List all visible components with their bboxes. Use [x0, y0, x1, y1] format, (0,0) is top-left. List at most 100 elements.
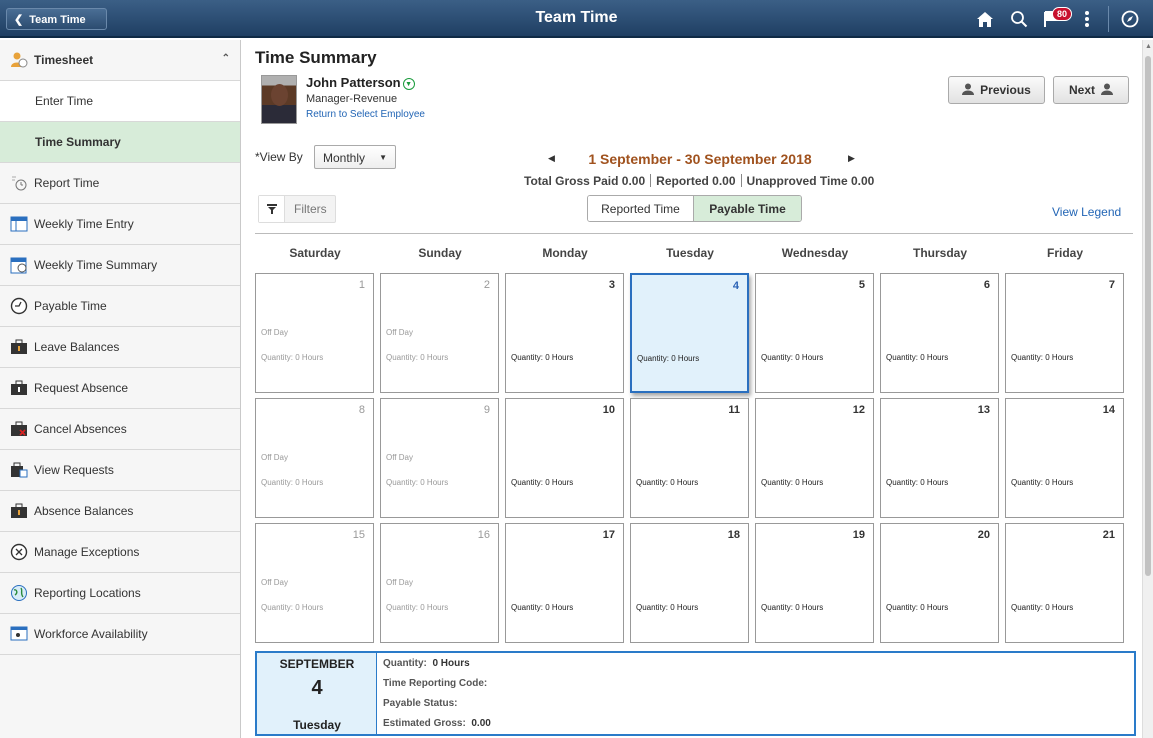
filter-icon	[259, 196, 285, 222]
sidebar-group-timesheet[interactable]: Timesheet ⌃	[0, 40, 240, 81]
back-button[interactable]: ❮ Team Time	[6, 8, 107, 30]
search-icon[interactable]	[1002, 6, 1036, 32]
left-navigation: Timesheet ⌃ Enter Time Time Summary Repo…	[0, 40, 241, 738]
return-to-select-employee-link[interactable]: Return to Select Employee	[306, 109, 425, 120]
dropdown-arrow-icon: ▼	[379, 153, 387, 162]
sidebar-item-enter-time[interactable]: Enter Time	[0, 81, 240, 122]
view-by-select[interactable]: Monthly ▼	[314, 145, 396, 169]
calendar-day-cell[interactable]: 14 Quantity: 0 Hours	[1005, 398, 1124, 518]
calendar-day-cell[interactable]: 3 Quantity: 0 Hours	[505, 273, 624, 393]
sidebar-item-request-absence[interactable]: Request Absence	[0, 368, 240, 409]
day-quantity: Quantity: 0 Hours	[886, 478, 949, 487]
sidebar-item-report-time[interactable]: Report Time	[0, 163, 240, 204]
day-quantity: Quantity: 0 Hours	[386, 603, 449, 612]
payable-clock-icon	[10, 297, 28, 315]
day-number: 12	[852, 404, 865, 416]
total-gross-paid: Total Gross Paid 0.00	[524, 174, 646, 188]
briefcase-icon	[10, 379, 28, 397]
calendar-day-cell[interactable]: 21 Quantity: 0 Hours	[1005, 523, 1124, 643]
total-unapproved: Unapproved Time 0.00	[746, 174, 875, 188]
employee-name[interactable]: John Patterson ▼	[306, 75, 415, 90]
scrollbar-thumb[interactable]	[1145, 56, 1151, 576]
calendar-day-cell[interactable]: 19 Quantity: 0 Hours	[755, 523, 874, 643]
day-quantity: Quantity: 0 Hours	[511, 478, 574, 487]
detail-gross: Estimated Gross: 0.00	[383, 718, 491, 738]
calendar-day-cell[interactable]: 11 Quantity: 0 Hours	[630, 398, 749, 518]
next-period-icon[interactable]: ▶	[848, 153, 855, 164]
filters-button[interactable]: Filters	[258, 195, 336, 223]
tab-payable-time[interactable]: Payable Time	[694, 196, 801, 221]
calendar-day-cell[interactable]: 12 Quantity: 0 Hours	[755, 398, 874, 518]
sidebar-item-label: Report Time	[34, 176, 100, 190]
detail-gross-value: 0.00	[471, 718, 491, 729]
day-number: 3	[608, 279, 615, 291]
tab-reported-time[interactable]: Reported Time	[588, 196, 694, 221]
sidebar-item-label: Timesheet	[34, 53, 94, 67]
sidebar-item-reporting-locations[interactable]: Reporting Locations	[0, 573, 240, 614]
calendar-day-cell[interactable]: 10 Quantity: 0 Hours	[505, 398, 624, 518]
person-icon	[962, 83, 975, 98]
notifications-icon[interactable]: 80	[1036, 6, 1073, 32]
calendar-day-cell[interactable]: 5 Quantity: 0 Hours	[755, 273, 874, 393]
sidebar-item-weekly-time-entry[interactable]: Weekly Time Entry	[0, 204, 240, 245]
day-number: 18	[727, 529, 740, 541]
period-range: 1 September - 30 September 2018	[588, 151, 812, 167]
sidebar-item-payable-time[interactable]: Payable Time	[0, 286, 240, 327]
day-number: 9	[483, 404, 490, 416]
sidebar-item-weekly-time-summary[interactable]: Weekly Time Summary	[0, 245, 240, 286]
calendar-day-cell[interactable]: 17 Quantity: 0 Hours	[505, 523, 624, 643]
actions-menu-icon[interactable]	[1070, 6, 1104, 32]
previous-employee-button[interactable]: Previous	[948, 76, 1045, 104]
day-quantity: Quantity: 0 Hours	[637, 354, 700, 363]
sidebar-item-label: Enter Time	[35, 94, 94, 108]
detail-quantity: Quantity: 0 Hours	[383, 658, 491, 678]
home-icon[interactable]	[968, 6, 1002, 32]
off-day-label: Off Day	[261, 328, 288, 337]
calendar-day-cell[interactable]: 16 Off Day Quantity: 0 Hours	[380, 523, 499, 643]
day-number: 16	[477, 529, 490, 541]
calendar-day-cell[interactable]: 4 Quantity: 0 Hours	[630, 273, 749, 393]
back-button-label: Team Time	[29, 14, 86, 26]
calendar-day-cell[interactable]: 1 Off Day Quantity: 0 Hours	[255, 273, 374, 393]
weekday-header: Sunday	[418, 246, 462, 260]
sidebar-item-label: Time Summary	[35, 135, 121, 149]
detail-weekday: Tuesday	[293, 718, 341, 732]
sidebar-item-leave-balances[interactable]: Leave Balances	[0, 327, 240, 368]
view-legend-link[interactable]: View Legend	[1052, 205, 1121, 219]
weekday-header: Wednesday	[781, 246, 849, 260]
detail-trc: Time Reporting Code:	[383, 678, 491, 698]
calendar-day-cell[interactable]: 9 Off Day Quantity: 0 Hours	[380, 398, 499, 518]
sidebar-item-time-summary[interactable]: Time Summary	[0, 122, 240, 163]
employee-photo	[261, 75, 297, 124]
calendar-day-cell[interactable]: 18 Quantity: 0 Hours	[630, 523, 749, 643]
detail-trc-label: Time Reporting Code:	[383, 678, 488, 689]
vertical-scrollbar[interactable]: ▲	[1142, 40, 1153, 738]
calendar-day-cell[interactable]: 7 Quantity: 0 Hours	[1005, 273, 1124, 393]
calendar-day-cell[interactable]: 20 Quantity: 0 Hours	[880, 523, 999, 643]
day-quantity: Quantity: 0 Hours	[636, 478, 699, 487]
day-quantity: Quantity: 0 Hours	[261, 353, 324, 362]
scroll-up-icon[interactable]: ▲	[1145, 43, 1152, 50]
chevron-down-icon[interactable]: ▼	[402, 78, 415, 90]
sidebar-item-workforce-availability[interactable]: Workforce Availability	[0, 614, 240, 655]
day-number: 14	[1102, 404, 1115, 416]
day-number: 7	[1108, 279, 1115, 291]
sidebar-item-manage-exceptions[interactable]: Manage Exceptions	[0, 532, 240, 573]
sidebar-item-view-requests[interactable]: View Requests	[0, 450, 240, 491]
sidebar-item-cancel-absences[interactable]: Cancel Absences	[0, 409, 240, 450]
calendar-day-cell[interactable]: 8 Off Day Quantity: 0 Hours	[255, 398, 374, 518]
detail-status-label: Payable Status:	[383, 698, 458, 709]
calendar-day-cell[interactable]: 6 Quantity: 0 Hours	[880, 273, 999, 393]
sidebar-item-absence-balances[interactable]: Absence Balances	[0, 491, 240, 532]
next-employee-button[interactable]: Next	[1053, 76, 1129, 104]
calendar-day-cell[interactable]: 13 Quantity: 0 Hours	[880, 398, 999, 518]
navbar-compass-icon[interactable]	[1113, 6, 1147, 32]
day-quantity: Quantity: 0 Hours	[511, 603, 574, 612]
main-content: Time Summary John Patterson ▼ Manager-Rev…	[242, 40, 1142, 738]
calendar-day-cell[interactable]: 2 Off Day Quantity: 0 Hours	[380, 273, 499, 393]
sidebar-item-label: View Requests	[34, 463, 114, 477]
employee-name-text: John Patterson	[306, 75, 401, 90]
calendar-day-cell[interactable]: 15 Off Day Quantity: 0 Hours	[255, 523, 374, 643]
briefcase-cancel-icon	[10, 420, 28, 438]
weekday-header: Monday	[542, 246, 588, 260]
